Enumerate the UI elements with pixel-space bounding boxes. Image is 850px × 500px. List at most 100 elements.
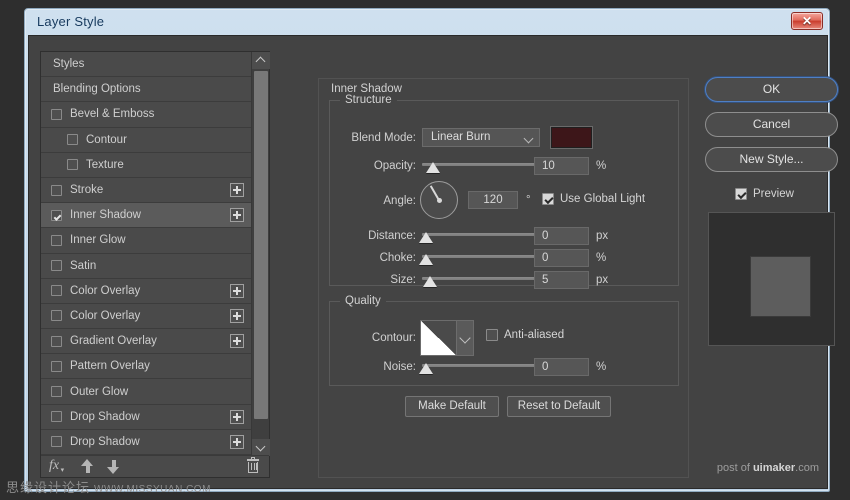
opacity-input[interactable]: 10 — [534, 157, 589, 175]
style-row-label: Outer Glow — [70, 385, 129, 398]
style-enable-checkbox[interactable] — [51, 234, 62, 246]
opacity-knob[interactable] — [426, 162, 440, 173]
preview-label: Preview — [753, 188, 794, 200]
style-row[interactable]: Bevel & Emboss — [41, 102, 252, 128]
anti-aliased-label: Anti-aliased — [504, 329, 565, 341]
screenshot-root: Layer Style ✕ Styles Blending Options Beve… — [0, 0, 850, 500]
style-enable-checkbox[interactable] — [51, 335, 62, 347]
checkbox-box — [542, 193, 554, 205]
style-row-label: Texture — [86, 158, 124, 171]
scroll-down-icon[interactable] — [252, 439, 270, 456]
styles-panel: Styles Blending Options Bevel & Emboss Cont… — [40, 51, 270, 478]
choke-knob[interactable] — [419, 254, 433, 265]
reset-to-default-button[interactable]: Reset to Default — [507, 396, 611, 417]
make-default-button[interactable]: Make Default — [405, 396, 499, 417]
style-row[interactable]: Satin — [41, 254, 252, 279]
style-row[interactable]: Drop Shadow — [41, 405, 252, 430]
preview-thumbnail — [708, 212, 835, 346]
scroll-up-icon[interactable] — [252, 52, 270, 69]
style-row[interactable]: Inner Shadow — [41, 203, 252, 229]
shadow-color-swatch[interactable] — [551, 127, 592, 148]
style-row[interactable]: Stroke — [41, 178, 252, 204]
style-enable-checkbox[interactable] — [51, 184, 62, 196]
angle-label: Angle: — [383, 195, 416, 207]
style-row[interactable]: Pattern Overlay — [41, 354, 252, 380]
style-row[interactable]: Blending Options — [41, 77, 252, 103]
style-row-label: Stroke — [70, 184, 104, 197]
choke-unit: % — [596, 252, 607, 264]
add-effect-icon[interactable] — [230, 208, 244, 223]
distance-input[interactable]: 0 — [534, 227, 589, 245]
style-enable-checkbox[interactable] — [51, 411, 62, 423]
add-effect-icon[interactable] — [230, 409, 244, 424]
delete-effect-icon[interactable] — [247, 457, 259, 474]
style-row[interactable]: Drop Shadow — [41, 430, 252, 455]
noise-label: Noise: — [383, 361, 416, 373]
add-effect-icon[interactable] — [230, 308, 244, 323]
angle-input[interactable]: 120 — [468, 191, 518, 209]
angle-unit: ° — [526, 194, 531, 206]
opacity-unit: % — [596, 160, 607, 172]
choke-label: Choke: — [379, 252, 416, 264]
styles-scrollbar[interactable] — [251, 52, 270, 456]
style-enable-checkbox[interactable] — [51, 310, 62, 322]
style-row-label: Drop Shadow — [70, 435, 140, 448]
style-row[interactable]: Gradient Overlay — [41, 329, 252, 355]
distance-knob[interactable] — [419, 232, 433, 243]
style-row[interactable]: Texture — [41, 153, 252, 178]
style-enable-checkbox[interactable] — [67, 134, 78, 146]
scrollbar-thumb[interactable] — [254, 71, 268, 419]
close-icon: ✕ — [801, 14, 813, 28]
window-title: Layer Style — [37, 14, 105, 29]
cancel-button[interactable]: Cancel — [705, 112, 838, 137]
style-enable-checkbox[interactable] — [51, 386, 62, 398]
close-button[interactable]: ✕ — [791, 12, 823, 30]
style-row-label: Inner Shadow — [70, 209, 141, 222]
styles-toolbar: fx ▾ — [41, 455, 269, 477]
style-row-label: Blending Options — [53, 83, 141, 96]
angle-dial[interactable] — [420, 181, 458, 219]
style-row-label: Gradient Overlay — [70, 335, 157, 348]
fx-caret-icon: ▾ — [60, 466, 65, 474]
move-down-icon[interactable] — [107, 458, 120, 474]
chevron-down-icon — [523, 133, 534, 144]
blend-mode-dropdown[interactable]: Linear Burn — [422, 128, 540, 147]
noise-unit: % — [596, 361, 607, 373]
add-effect-icon[interactable] — [230, 283, 244, 298]
structure-group: Structure Blend Mode: Linear Burn Opacit… — [329, 94, 679, 289]
style-row[interactable]: Contour — [41, 128, 252, 153]
fx-icon[interactable]: fx ▾ — [49, 458, 64, 474]
style-row-label: Color Overlay — [70, 284, 141, 297]
checkbox-box — [486, 329, 498, 341]
style-enable-checkbox[interactable] — [51, 285, 62, 297]
style-enable-checkbox[interactable] — [51, 436, 62, 448]
styles-list[interactable]: Styles Blending Options Bevel & Emboss Cont… — [41, 52, 252, 456]
noise-knob[interactable] — [419, 363, 433, 374]
style-row[interactable]: Color Overlay — [41, 279, 252, 304]
add-effect-icon[interactable] — [230, 182, 244, 197]
style-enable-checkbox[interactable] — [67, 159, 78, 171]
noise-input[interactable]: 0 — [534, 358, 589, 376]
style-row[interactable]: Color Overlay — [41, 304, 252, 330]
add-effect-icon[interactable] — [230, 434, 244, 449]
add-effect-icon[interactable] — [230, 334, 244, 349]
new-style-button[interactable]: New Style... — [705, 147, 838, 172]
contour-chevron-icon[interactable] — [456, 321, 473, 355]
use-global-light-label: Use Global Light — [560, 193, 646, 205]
style-enable-checkbox[interactable] — [51, 108, 62, 120]
style-row[interactable]: Inner Glow — [41, 228, 252, 254]
choke-input[interactable]: 0 — [534, 249, 589, 267]
title-bar: Layer Style ✕ — [25, 9, 829, 35]
style-row[interactable]: Styles — [41, 52, 252, 78]
contour-label: Contour: — [371, 332, 416, 344]
style-enable-checkbox[interactable] — [51, 260, 62, 272]
style-enable-checkbox[interactable] — [51, 209, 62, 221]
size-input[interactable]: 5 — [534, 271, 589, 289]
size-knob[interactable] — [423, 276, 437, 287]
preview-shape — [751, 257, 810, 316]
style-enable-checkbox[interactable] — [51, 360, 62, 372]
contour-preset-picker[interactable] — [420, 320, 474, 356]
style-row[interactable]: Outer Glow — [41, 379, 252, 405]
move-up-icon[interactable] — [81, 458, 94, 474]
ok-button[interactable]: OK — [705, 77, 838, 102]
